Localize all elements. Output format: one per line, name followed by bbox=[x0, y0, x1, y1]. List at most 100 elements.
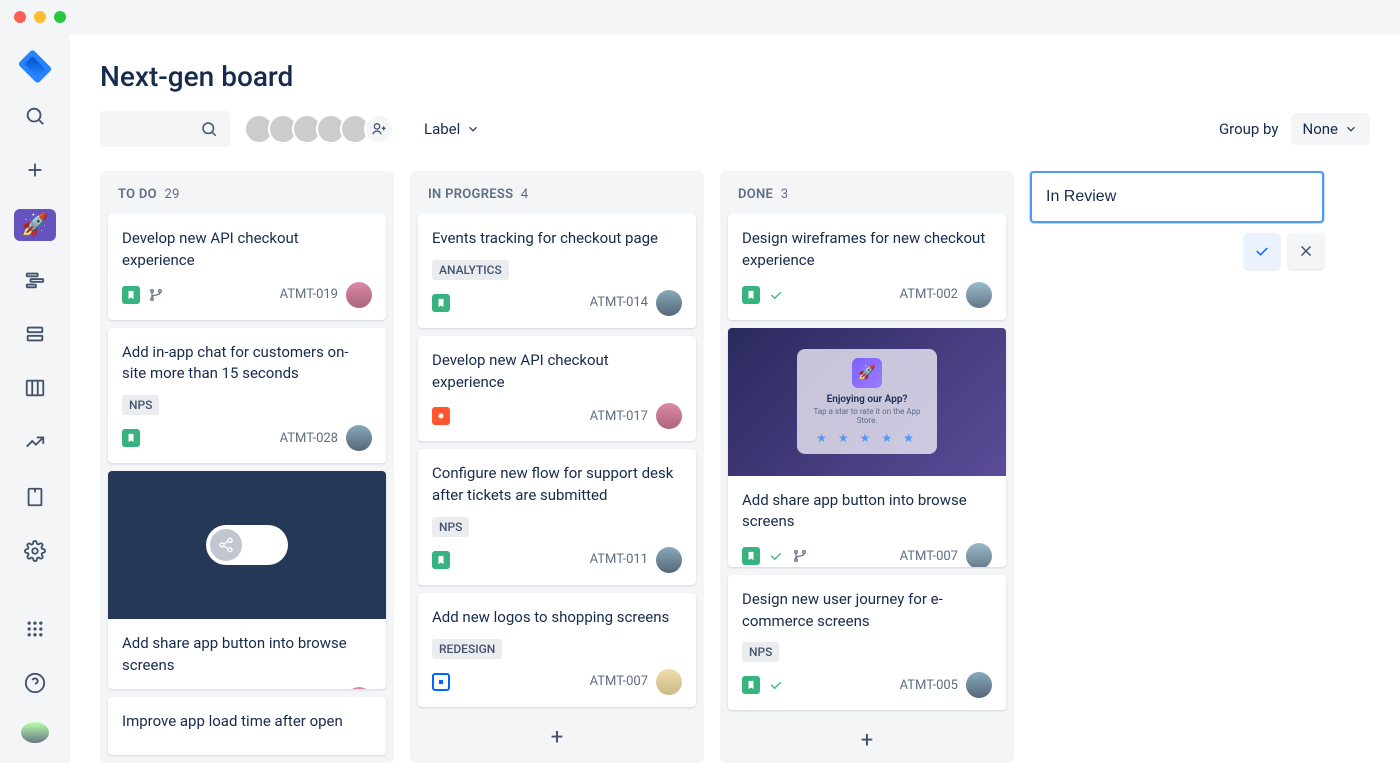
issue-key: ATMT-017 bbox=[590, 409, 648, 424]
chevron-down-icon bbox=[1344, 122, 1358, 136]
assignee-avatar[interactable] bbox=[656, 547, 682, 573]
card-label: NPS bbox=[432, 517, 469, 537]
add-people-button[interactable] bbox=[364, 114, 394, 144]
window-close-dot[interactable] bbox=[14, 11, 26, 23]
issue-card[interactable]: Design wireframes for new checkout exper… bbox=[728, 214, 1006, 320]
issue-card[interactable]: Add in-app chat for customers on-site mo… bbox=[108, 328, 386, 464]
card-title: Add new logos to shopping screens bbox=[432, 607, 682, 629]
card-title: Develop new API checkout experience bbox=[122, 228, 372, 272]
column-title: IN PROGRESS bbox=[428, 187, 513, 202]
card-cover-image bbox=[108, 471, 386, 619]
card-label: NPS bbox=[122, 395, 159, 415]
branch-icon bbox=[148, 287, 164, 303]
issue-key: ATMT-005 bbox=[900, 678, 958, 693]
board-search-input[interactable] bbox=[100, 111, 230, 147]
issue-key: ATMT-019 bbox=[280, 287, 338, 302]
branch-icon bbox=[792, 548, 808, 564]
card-title: Improve app load time after open bbox=[122, 711, 372, 733]
window-minimize-dot[interactable] bbox=[34, 11, 46, 23]
assignee-avatar[interactable] bbox=[346, 687, 372, 690]
board-toolbar: Label Group by None bbox=[100, 111, 1370, 147]
issue-card[interactable]: Add new logos to shopping screens REDESIG… bbox=[418, 593, 696, 707]
card-title: Design wireframes for new checkout exper… bbox=[742, 228, 992, 272]
board-icon[interactable] bbox=[15, 373, 55, 403]
card-title: Add share app button into browse screens bbox=[742, 490, 992, 534]
column-title: DONE bbox=[738, 187, 773, 202]
confirm-button[interactable] bbox=[1244, 233, 1280, 269]
story-type-icon bbox=[122, 429, 140, 447]
label-filter-dropdown[interactable]: Label bbox=[416, 114, 488, 144]
pages-icon[interactable] bbox=[15, 481, 55, 511]
label-filter-text: Label bbox=[424, 120, 460, 138]
window-maximize-dot[interactable] bbox=[54, 11, 66, 23]
issue-key: ATMT-007 bbox=[590, 674, 648, 689]
card-label: ANALYTICS bbox=[432, 260, 509, 280]
board-column: DONE 3 Design wireframes for new checkou… bbox=[720, 171, 1014, 763]
card-cover-image: Enjoying our App? Tap a star to rate it … bbox=[728, 328, 1006, 476]
project-icon[interactable]: 🚀 bbox=[14, 209, 56, 241]
done-check-icon bbox=[768, 548, 784, 564]
assignee-filter-avatars bbox=[244, 114, 394, 144]
backlog-icon[interactable] bbox=[15, 319, 55, 349]
column-count: 29 bbox=[164, 187, 179, 202]
assignee-avatar[interactable] bbox=[656, 290, 682, 316]
issue-card[interactable]: Improve app load time after open bbox=[108, 697, 386, 755]
done-check-icon bbox=[768, 287, 784, 303]
card-title: Add in-app chat for customers on-site mo… bbox=[122, 342, 372, 386]
window-titlebar bbox=[0, 0, 1400, 34]
column-header[interactable]: IN PROGRESS 4 bbox=[410, 171, 704, 214]
settings-icon[interactable] bbox=[15, 536, 55, 566]
new-column-name-input[interactable] bbox=[1030, 171, 1324, 223]
chevron-down-icon bbox=[466, 122, 480, 136]
board-column: IN PROGRESS 4 Events tracking for checko… bbox=[410, 171, 704, 763]
story-type-icon bbox=[432, 551, 450, 569]
card-title: Configure new flow for support desk afte… bbox=[432, 463, 682, 507]
issue-card[interactable]: Enjoying our App? Tap a star to rate it … bbox=[728, 328, 1006, 567]
issue-card[interactable]: Design new user journey for e-commerce s… bbox=[728, 575, 1006, 711]
issue-card[interactable]: Events tracking for checkout pageANALYTI… bbox=[418, 214, 696, 328]
story-type-icon bbox=[742, 547, 760, 565]
assignee-avatar[interactable] bbox=[346, 425, 372, 451]
column-count: 3 bbox=[781, 187, 789, 202]
issue-key: ATMT-014 bbox=[590, 295, 648, 310]
assignee-avatar[interactable] bbox=[966, 672, 992, 698]
issue-card[interactable]: Develop new API checkout experience ATMT… bbox=[418, 336, 696, 442]
group-by-label: Group by bbox=[1219, 120, 1279, 138]
issue-key: ATMT-007 bbox=[900, 549, 958, 564]
roadmap-icon[interactable] bbox=[15, 265, 55, 295]
add-card-button[interactable]: + bbox=[720, 718, 1014, 763]
reports-icon[interactable] bbox=[15, 427, 55, 457]
search-icon[interactable] bbox=[15, 101, 55, 131]
page-title: Next-gen board bbox=[100, 60, 1370, 93]
issue-card[interactable]: Add share app button into browse screens… bbox=[108, 471, 386, 689]
jira-logo-icon[interactable] bbox=[18, 49, 53, 84]
card-label: REDESIGN bbox=[432, 639, 502, 659]
create-icon[interactable] bbox=[15, 155, 55, 185]
add-card-button[interactable]: + bbox=[410, 715, 704, 761]
assignee-avatar[interactable] bbox=[656, 403, 682, 429]
story-type-icon bbox=[432, 294, 450, 312]
column-header[interactable]: TO DO 29 bbox=[100, 171, 394, 214]
task-type-icon bbox=[432, 673, 450, 691]
assignee-avatar[interactable] bbox=[966, 282, 992, 308]
issue-card[interactable]: Configure new flow for support desk afte… bbox=[418, 449, 696, 585]
column-title: TO DO bbox=[118, 187, 157, 202]
story-type-icon bbox=[742, 676, 760, 694]
group-by-dropdown[interactable]: None bbox=[1291, 113, 1371, 145]
card-title: Design new user journey for e-commerce s… bbox=[742, 589, 992, 633]
column-header[interactable]: DONE 3 bbox=[720, 171, 1014, 214]
assignee-avatar[interactable] bbox=[346, 282, 372, 308]
card-label: NPS bbox=[742, 642, 779, 662]
cancel-button[interactable] bbox=[1288, 233, 1324, 269]
issue-card[interactable]: Develop new API checkout experience ATMT… bbox=[108, 214, 386, 320]
help-icon[interactable] bbox=[15, 668, 55, 698]
issue-key: ATMT-011 bbox=[590, 552, 648, 567]
issue-key: ATMT-002 bbox=[900, 287, 958, 302]
assignee-avatar[interactable] bbox=[966, 543, 992, 567]
profile-avatar[interactable] bbox=[21, 722, 49, 743]
assignee-avatar[interactable] bbox=[656, 669, 682, 695]
global-nav-rail: 🚀 bbox=[0, 34, 70, 763]
card-title: Add share app button into browse screens bbox=[122, 633, 372, 677]
story-type-icon bbox=[742, 286, 760, 304]
apps-icon[interactable] bbox=[15, 614, 55, 644]
